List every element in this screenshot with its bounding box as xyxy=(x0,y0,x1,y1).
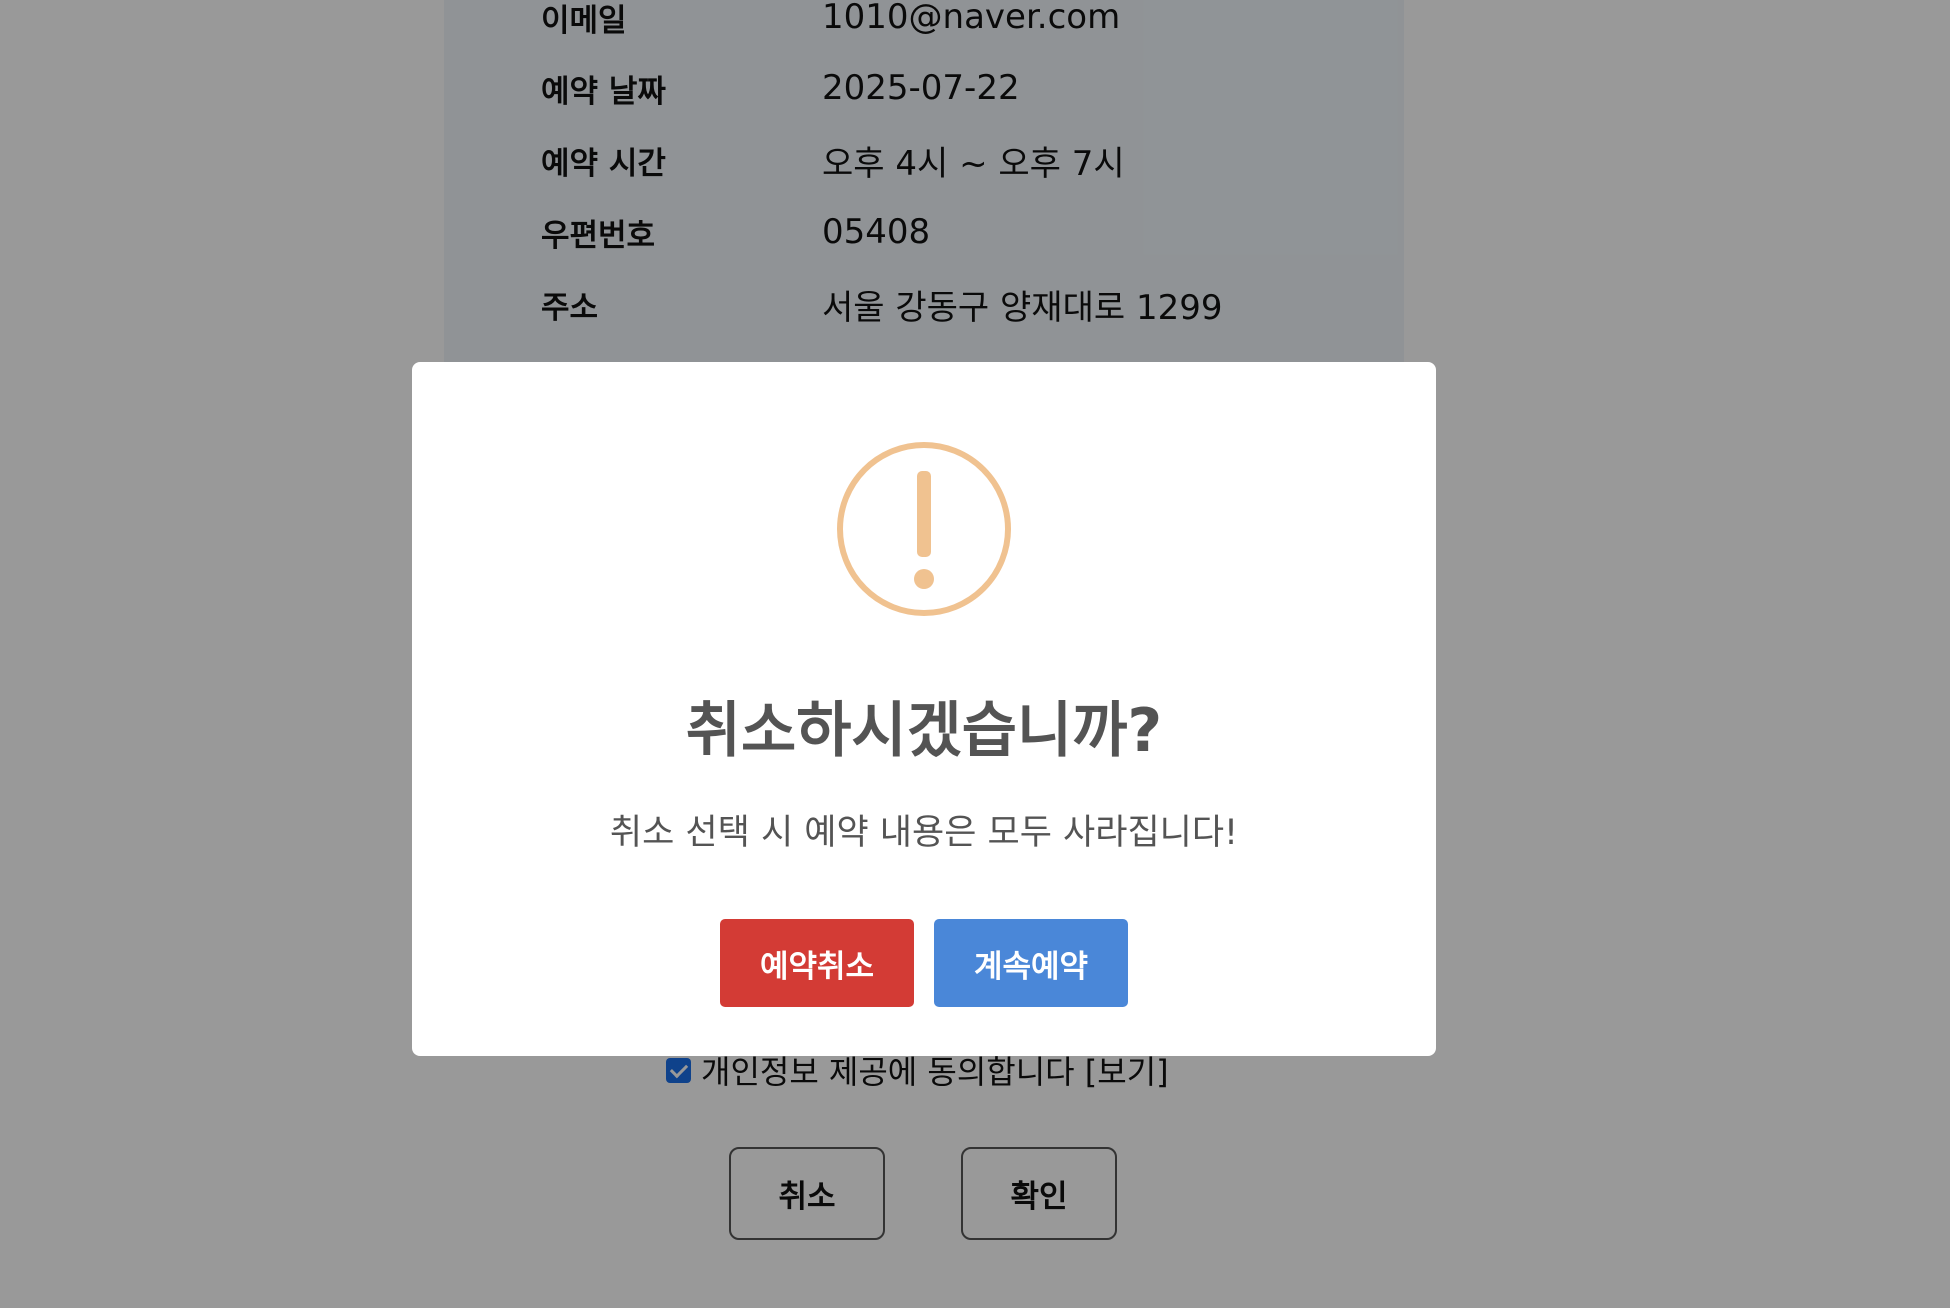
cancel-reservation-button[interactable]: 예약취소 xyxy=(720,919,914,1007)
dialog-message: 취소 선택 시 예약 내용은 모두 사라집니다! xyxy=(609,813,1239,853)
dialog-title: 취소하시겠습니까? xyxy=(685,696,1163,766)
continue-reservation-button[interactable]: 계속예약 xyxy=(934,919,1128,1007)
exclamation-icon xyxy=(837,442,1011,616)
cancel-confirm-dialog: 취소하시겠습니까? 취소 선택 시 예약 내용은 모두 사라집니다! 예약취소 … xyxy=(412,362,1436,1056)
